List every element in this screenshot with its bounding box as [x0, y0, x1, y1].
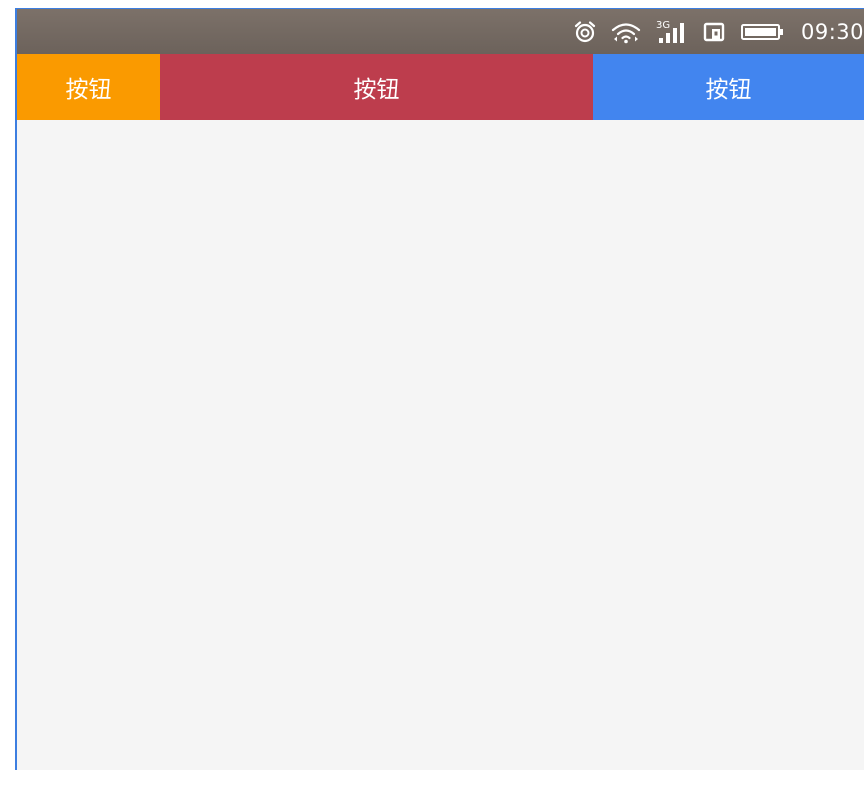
network-type-label: 3G — [656, 20, 670, 31]
wifi-icon — [611, 9, 641, 54]
battery-icon — [740, 9, 785, 54]
screenshot-frame: 3G 09:30 按钮 按钮 按钮 — [0, 0, 864, 797]
signal-3g-icon: 3G — [655, 9, 689, 54]
status-bar: 3G 09:30 — [17, 9, 864, 54]
phone-screen: 3G 09:30 按钮 按钮 按钮 — [15, 8, 864, 770]
sim-card-icon — [703, 9, 727, 54]
alarm-icon — [573, 9, 597, 54]
content-area — [17, 120, 864, 770]
blue-button[interactable]: 按钮 — [593, 54, 864, 120]
red-button[interactable]: 按钮 — [160, 54, 593, 120]
button-row: 按钮 按钮 按钮 — [17, 54, 864, 120]
orange-button[interactable]: 按钮 — [17, 54, 160, 120]
status-time: 09:30 — [800, 19, 864, 44]
status-icons: 3G 09:30 — [573, 9, 864, 54]
